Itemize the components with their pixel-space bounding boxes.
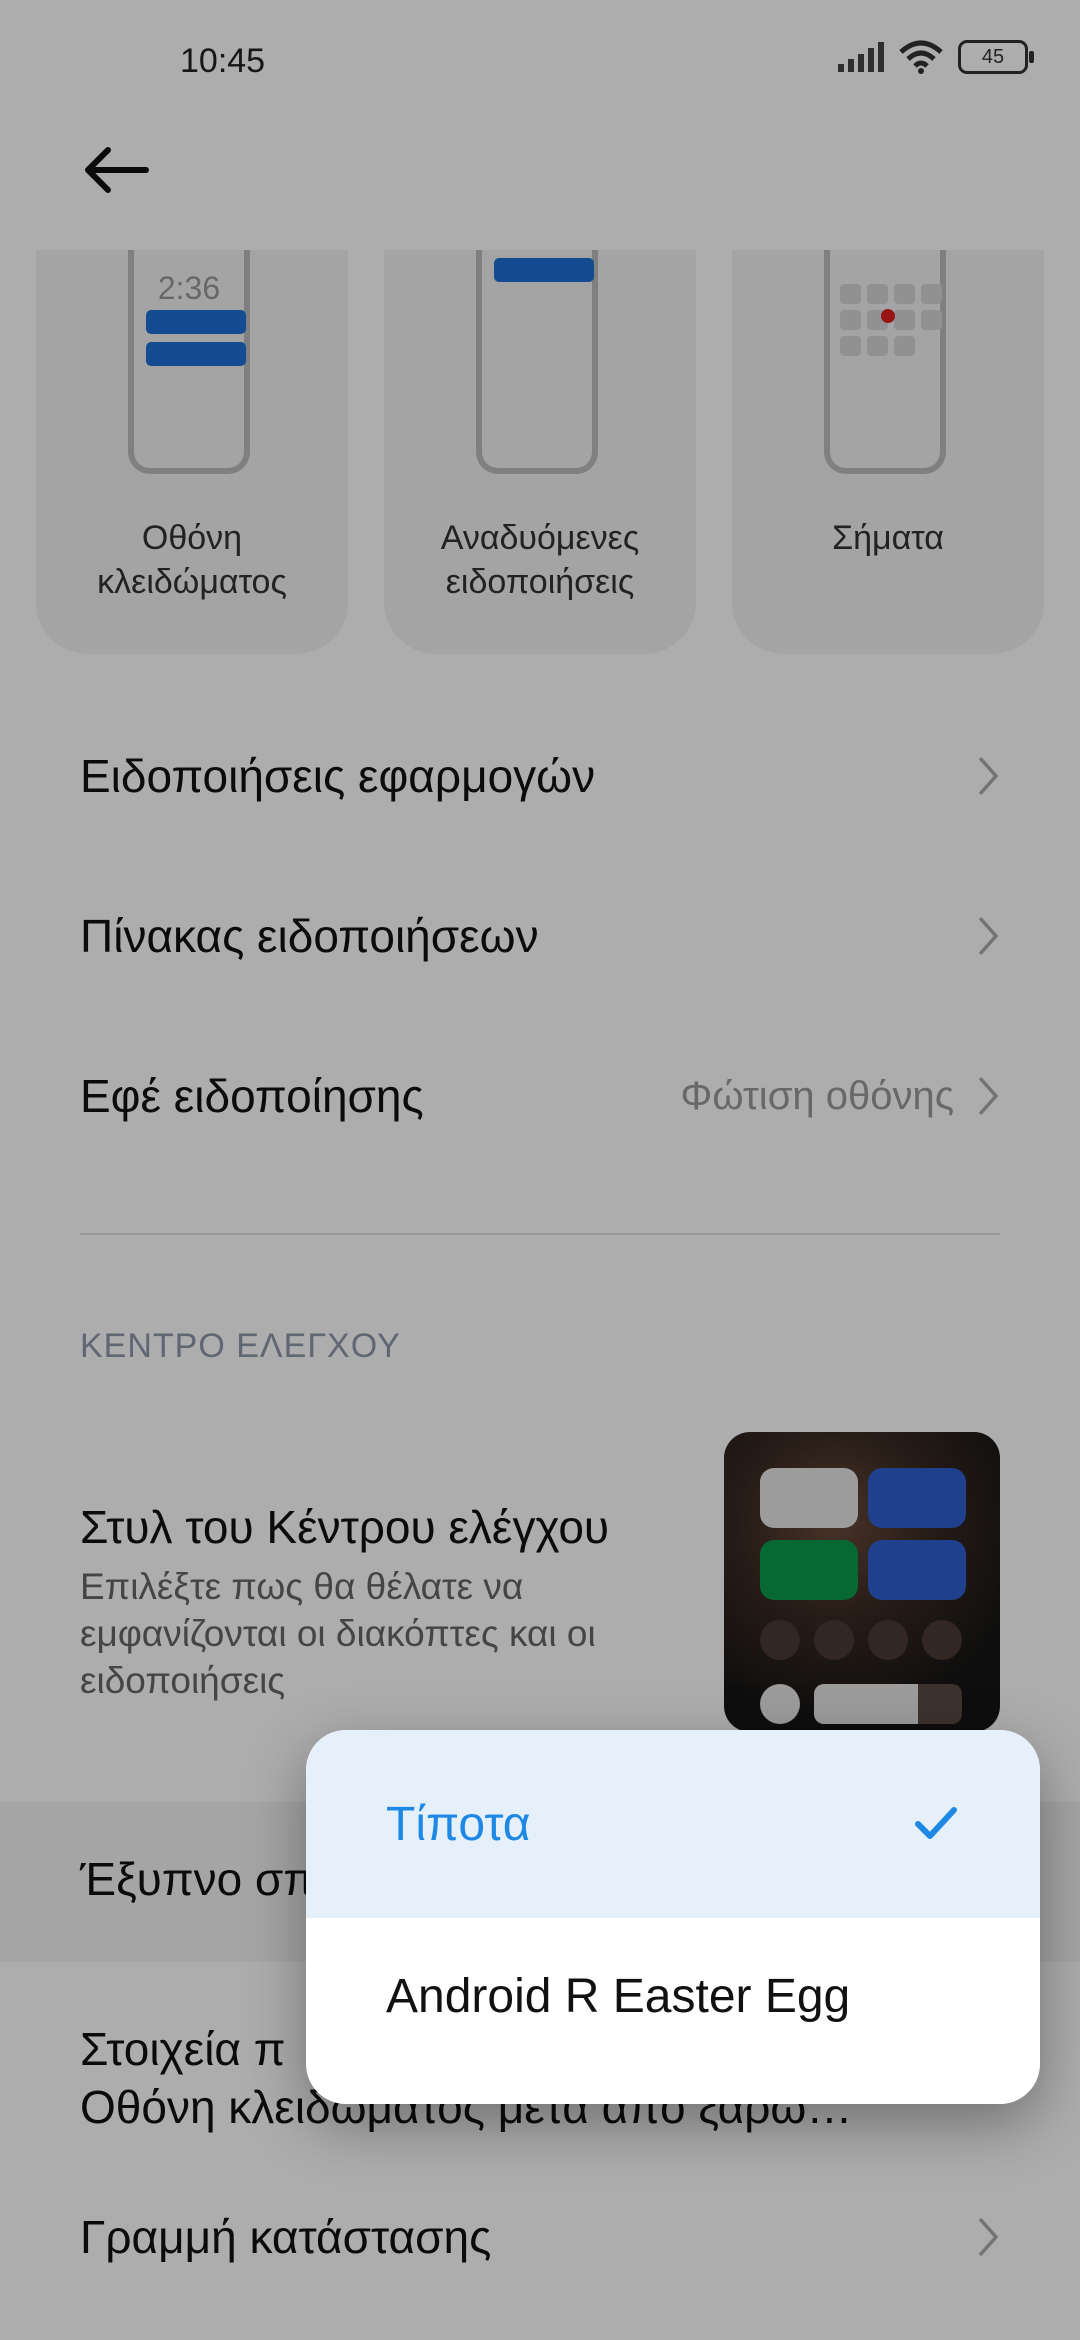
option-android-r-easter-egg[interactable]: Android R Easter Egg (306, 1918, 1040, 2074)
option-label: Android R Easter Egg (386, 1969, 851, 2023)
option-none[interactable]: Τίποτα (306, 1730, 1040, 1918)
checkmark-icon (915, 1807, 957, 1839)
option-label: Τίποτα (386, 1797, 531, 1851)
selection-popup: Τίποτα Android R Easter Egg (306, 1730, 1040, 2104)
